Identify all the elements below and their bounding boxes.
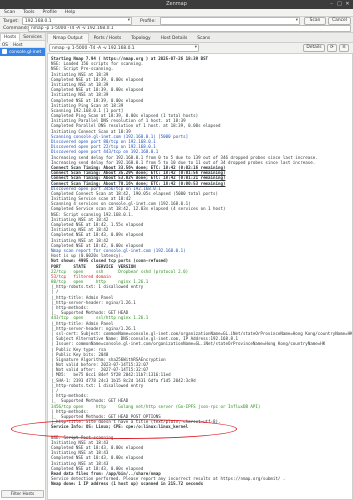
refresh-icon[interactable]: ⟳: [327, 44, 337, 52]
output-line: | Issuer: commonName=console.gl-inet.com…: [51, 341, 326, 347]
output-line: Increasing send delay for 192.168.0.1 fr…: [51, 154, 318, 160]
tab-hosts[interactable]: Hosts: [0, 33, 21, 41]
results-panel: Nmap Output Ports / Hosts Topology Host Det…: [11, 33, 353, 500]
target-input[interactable]: 192.168.0.1 ▾: [22, 17, 132, 25]
minimize-icon[interactable]: –: [328, 1, 335, 8]
output-line: Nmap done: 1 IP address (1 host up) scan…: [51, 481, 204, 487]
scan-button[interactable]: Scan: [304, 17, 326, 25]
chevron-down-icon[interactable]: ▾: [128, 18, 130, 23]
filter-hosts-button[interactable]: Filter Hosts: [1, 490, 44, 498]
main-tabs: Nmap Output Ports / Hosts Topology Host Det…: [47, 33, 353, 43]
linux-os-icon: [2, 49, 7, 54]
column-os[interactable]: OS: [2, 42, 13, 47]
menu-bar: Scan Tools Profile Help: [0, 9, 353, 17]
output-toolbar: nmap -p 1-5000 -T4 -A -v 192.168.0.1 ▾ D…: [47, 43, 353, 53]
cancel-button[interactable]: Cancel: [328, 17, 351, 25]
host-name: console.gl-inet: [9, 50, 42, 55]
close-icon[interactable]: ✕: [344, 1, 351, 8]
window-titlebar: Zenmap – □ ✕: [0, 0, 353, 9]
output-scan-select[interactable]: nmap -p 1-5000 -T4 -A -v 192.168.0.1 ▾: [49, 44, 199, 52]
maximize-icon[interactable]: □: [336, 1, 343, 8]
column-host[interactable]: Host: [13, 42, 23, 47]
menu-item-scan[interactable]: Scan: [0, 9, 19, 16]
chevron-down-icon[interactable]: ▾: [195, 45, 197, 50]
nmap-output[interactable]: Starting Nmap 7.94 ( https://nmap.org ) …: [47, 53, 353, 500]
command-input[interactable]: nmap -p 1-5000 -T4 -A -v 192.168.0.1: [28, 25, 351, 32]
left-tabs: Hosts Services: [0, 33, 45, 41]
target-value: 192.168.0.1: [25, 19, 52, 24]
command-value: nmap -p 1-5000 -T4 -A -v 192.168.0.1: [31, 26, 114, 31]
tab-services[interactable]: Services: [20, 34, 45, 42]
host-row[interactable]: console.gl-inet: [0, 48, 45, 56]
command-label: Command:: [3, 26, 29, 31]
hosts-panel: Hosts Services OS Host console.gl-inet Fil…: [0, 33, 46, 500]
menu-item-profile[interactable]: Profile: [39, 9, 61, 16]
window-title: Zenmap: [166, 1, 187, 7]
toolbar: Target: 192.168.0.1 ▾ Profile: ▾ Scan Ca…: [0, 17, 353, 33]
hosts-list-header: OS Host: [0, 41, 45, 48]
details-button[interactable]: Details: [303, 44, 325, 52]
menu-item-tools[interactable]: Tools: [19, 9, 38, 16]
profile-select[interactable]: ▾: [160, 17, 300, 25]
target-label: Target:: [3, 19, 19, 24]
profile-label: Profile:: [140, 19, 156, 24]
output-scan-value: nmap -p 1-5000 -T4 -A -v 192.168.0.1: [52, 46, 135, 51]
tab-nmap-output[interactable]: Nmap Output: [47, 33, 89, 43]
settings-icon[interactable]: ≡: [339, 44, 349, 52]
menu-item-help[interactable]: Help: [61, 9, 79, 16]
chevron-down-icon[interactable]: ▾: [296, 18, 298, 23]
